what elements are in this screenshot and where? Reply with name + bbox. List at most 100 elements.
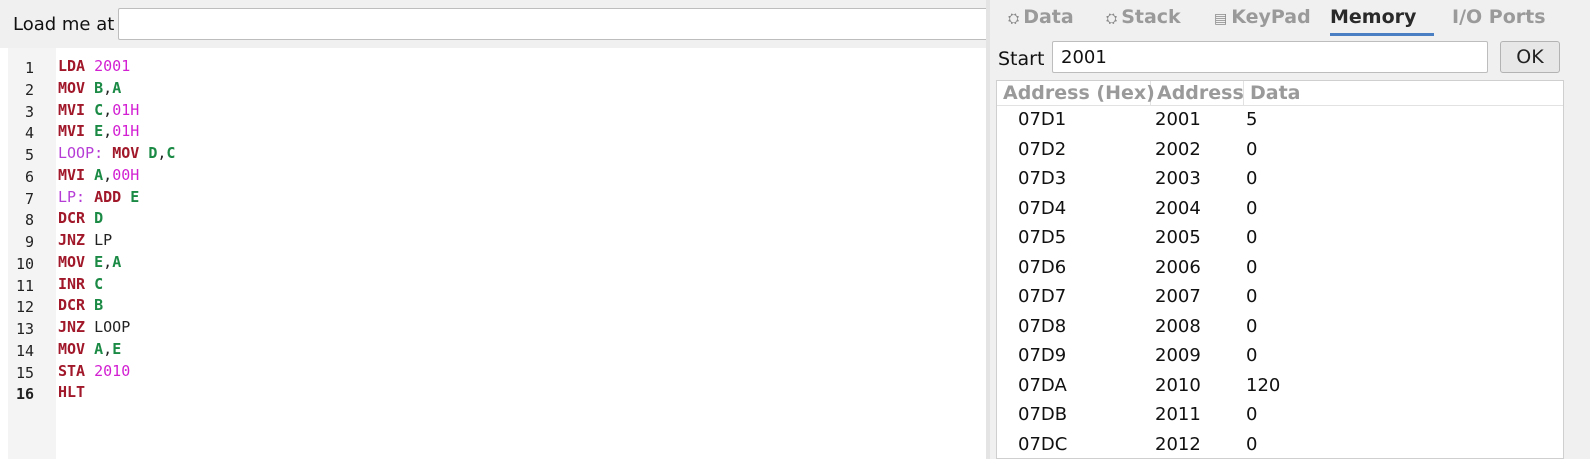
tab-label: Stack <box>1121 6 1181 28</box>
code-text: MVI E,01H <box>58 122 139 140</box>
token-punct <box>85 253 94 271</box>
table-row[interactable]: 07D6 2006 0 <box>997 253 1563 283</box>
tab-stack[interactable]: ⛭ Stack <box>1106 0 1204 36</box>
ok-button[interactable]: OK <box>1500 41 1560 73</box>
line-number: 8 <box>24 211 34 230</box>
cell-data[interactable]: 0 <box>1246 253 1257 283</box>
code-line[interactable]: 9 JNZ LP <box>8 231 988 253</box>
line-number: 12 <box>15 298 34 317</box>
code-line[interactable]: 14 MOV A,E <box>8 340 988 362</box>
cell-data[interactable]: 0 <box>1246 223 1257 253</box>
token-punct <box>85 122 94 140</box>
token-punct <box>85 209 94 227</box>
load-address-input[interactable] <box>118 8 994 40</box>
table-row[interactable]: 07D4 2004 0 <box>997 194 1563 224</box>
line-number: 7 <box>24 189 34 208</box>
token-mnem: INR <box>58 274 86 293</box>
code-line[interactable]: 11 INR C <box>8 275 988 297</box>
tab-data[interactable]: ⛭ Data <box>1008 0 1098 36</box>
inspector-tabs: ⛭ Data ⛭ Stack ▤ KeyPad Memory I/O Ports <box>990 0 1590 36</box>
token-punct: , <box>103 78 113 97</box>
table-row[interactable]: 07DC 2012 0 <box>997 430 1563 459</box>
token-reg: A <box>94 339 104 358</box>
cell-data[interactable]: 0 <box>1246 282 1257 312</box>
code-text: MOV E,A <box>58 253 121 271</box>
token-punct <box>85 340 94 358</box>
code-line[interactable]: 16 HLT <box>8 383 988 405</box>
column-header-address-hex[interactable]: Address (Hex) <box>997 81 1155 105</box>
code-line[interactable]: 10 MOV E,A <box>8 253 988 275</box>
cell-data[interactable]: 0 <box>1246 430 1257 459</box>
line-number: 3 <box>24 102 34 121</box>
code-line[interactable]: 7 LP: ADD E <box>8 188 988 210</box>
tab-i-o-ports[interactable]: I/O Ports <box>1452 0 1552 36</box>
cell-data[interactable]: 0 <box>1246 400 1257 430</box>
table-row[interactable]: 07DA 2010 120 <box>997 371 1563 401</box>
tab-label: Memory <box>1330 6 1417 28</box>
token-num: 00H <box>112 165 140 184</box>
memory-table[interactable]: Address (Hex) Address Data 07D1 2001 5 07D2… <box>996 80 1564 459</box>
start-address-input[interactable] <box>1052 41 1488 73</box>
code-line[interactable]: 3 MVI C,01H <box>8 101 988 123</box>
token-num: 01H <box>112 122 140 141</box>
code-line[interactable]: 1 LDA 2001 <box>8 57 988 79</box>
token-reg: C <box>166 144 176 162</box>
token-num: 01H <box>112 100 140 119</box>
table-row[interactable]: 07D2 2002 0 <box>997 135 1563 165</box>
column-header-data[interactable]: Data <box>1244 81 1563 105</box>
token-reg: A <box>112 252 122 271</box>
table-row[interactable]: 07D5 2005 0 <box>997 223 1563 253</box>
cell-data[interactable]: 5 <box>1246 105 1257 135</box>
column-header-address[interactable]: Address <box>1151 81 1244 105</box>
token-label: LOOP: <box>58 144 104 162</box>
cell-data[interactable]: 0 <box>1246 164 1257 194</box>
token-punct <box>85 166 94 184</box>
table-row[interactable]: 07D3 2003 0 <box>997 164 1563 194</box>
cell-data[interactable]: 120 <box>1246 371 1280 401</box>
code-line[interactable]: 8 DCR D <box>8 209 988 231</box>
code-text: DCR D <box>58 209 103 227</box>
line-number: 4 <box>24 124 34 143</box>
code-line[interactable]: 4 MVI E,01H <box>8 122 988 144</box>
token-punct <box>85 362 94 380</box>
table-row[interactable]: 07D7 2007 0 <box>997 282 1563 312</box>
cell-address: 2002 <box>1155 138 1201 160</box>
code-text: LDA 2001 <box>58 57 130 75</box>
tab-keypad[interactable]: ▤ KeyPad <box>1214 0 1322 36</box>
line-number: 5 <box>24 146 34 164</box>
token-punct <box>121 188 130 206</box>
code-line[interactable]: 6 MVI A,00H <box>8 166 988 188</box>
code-line[interactable]: 15 STA 2010 <box>8 362 988 384</box>
code-text: JNZ LP <box>58 231 112 249</box>
token-punct: , <box>103 252 113 271</box>
cell-data[interactable]: 0 <box>1246 341 1257 371</box>
token-punct: , <box>103 100 113 119</box>
code-editor[interactable]: 1 LDA 2001 2 MOV B,A 3 MVI C,01H 4 MVI E,01H 5 LO… <box>0 48 998 459</box>
cell-data[interactable]: 0 <box>1246 135 1257 165</box>
code-line[interactable]: 12 DCR B <box>8 296 988 318</box>
table-row[interactable]: 07D1 2001 5 <box>997 105 1563 135</box>
code-line[interactable]: 5 LOOP: MOV D,C <box>8 144 988 166</box>
code-text: MVI A,00H <box>58 166 139 184</box>
memory-table-header: Address (Hex) Address Data <box>997 81 1563 106</box>
cell-data[interactable]: 0 <box>1246 312 1257 342</box>
token-mnem: MOV <box>58 78 86 97</box>
table-row[interactable]: 07D8 2008 0 <box>997 312 1563 342</box>
tab-label: I/O Ports <box>1452 6 1546 28</box>
cell-address: 2005 <box>1155 227 1201 248</box>
code-line[interactable]: 13 JNZ LOOP <box>8 318 988 340</box>
cell-address: 2009 <box>1155 345 1201 366</box>
cell-address-hex: 07D5 <box>1018 227 1067 248</box>
code-text: DCR B <box>58 296 103 314</box>
table-row[interactable]: 07DB 2011 0 <box>997 400 1563 430</box>
token-punct: , <box>103 165 113 184</box>
code-line[interactable]: 2 MOV B,A <box>8 79 988 101</box>
token-reg: E <box>130 187 140 206</box>
tab-memory[interactable]: Memory <box>1330 0 1434 36</box>
table-row[interactable]: 07D9 2009 0 <box>997 341 1563 371</box>
token-mnem: LDA <box>58 57 86 75</box>
cell-address-hex: 07DC <box>1018 433 1068 455</box>
cell-data[interactable]: 0 <box>1246 194 1257 224</box>
code-text: MOV B,A <box>58 79 121 97</box>
token-punct <box>85 188 94 206</box>
